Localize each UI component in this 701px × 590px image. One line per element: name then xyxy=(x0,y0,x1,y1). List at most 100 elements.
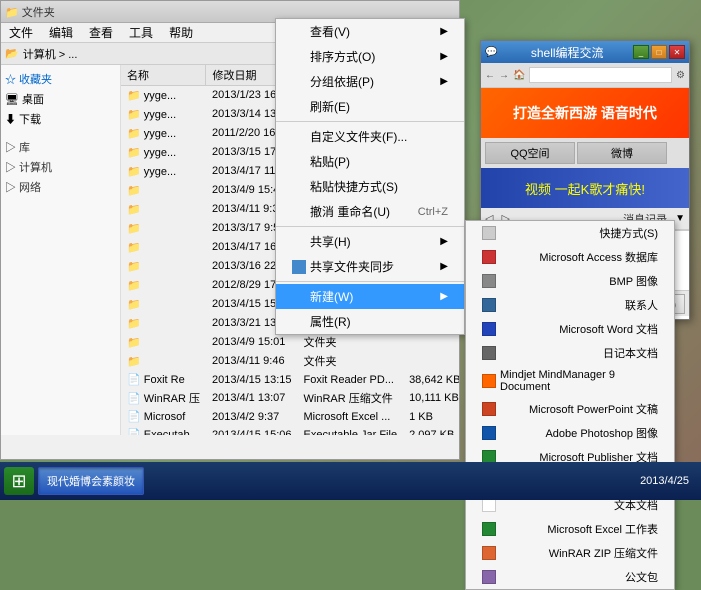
taskbar-right: 2013/4/25 xyxy=(640,474,697,488)
shell-toolbar-icon4: ⚙ xyxy=(676,70,685,81)
bmp-icon xyxy=(482,274,496,288)
context-menu-item[interactable]: 分组依据(P)▶ xyxy=(276,69,464,94)
menu-item-label: 自定义文件夹(F)... xyxy=(310,128,407,145)
shell-ad-banner2[interactable]: 视频 一起K歌才痛快! xyxy=(481,168,689,208)
menu-file[interactable]: 文件 xyxy=(5,24,37,41)
menu-item-label: 排序方式(O) xyxy=(310,48,375,65)
table-row[interactable]: 📄 Microsof2013/4/2 9:37Microsoft Excel .… xyxy=(121,408,459,426)
context-menu-item[interactable]: 粘贴(P) xyxy=(276,149,464,174)
table-row[interactable]: 📄 Executab2013/4/15 15:06Executable Jar … xyxy=(121,426,459,436)
col-name[interactable]: 名称 xyxy=(121,65,206,86)
shell-btn1[interactable]: QQ空间 xyxy=(485,142,575,164)
winrar-zip-icon xyxy=(482,546,496,560)
submenu-item-label: 日记本文档 xyxy=(603,345,658,361)
menu-item-label: 粘贴快捷方式(S) xyxy=(310,178,398,195)
submenu-item[interactable]: Microsoft PowerPoint 文稿 xyxy=(466,397,674,421)
submenu-item-label: Adobe Photoshop 图像 xyxy=(545,425,658,441)
submenu-item[interactable]: Adobe Photoshop 图像 xyxy=(466,421,674,445)
shell-address-bar[interactable] xyxy=(529,67,672,83)
taskbar-file-manager-btn[interactable]: 现代婚博会素颜妆 xyxy=(38,467,144,495)
context-menu-item[interactable]: 新建(W) ▶ xyxy=(276,284,464,309)
menu-item-label: 共享(H) xyxy=(310,233,351,250)
briefcase-icon xyxy=(482,570,496,584)
menu-item-icon xyxy=(292,260,306,274)
submenu-item[interactable]: Microsoft Word 文档 xyxy=(466,317,674,341)
menu-edit[interactable]: 编辑 xyxy=(45,24,77,41)
shell-ad2-text: 视频 一起K歌才痛快! xyxy=(525,179,645,198)
menu-view[interactable]: 查看 xyxy=(85,24,117,41)
menu-tools[interactable]: 工具 xyxy=(125,24,157,41)
submenu-item-label: 快捷方式(S) xyxy=(599,225,658,241)
submenu-item[interactable]: 日记本文档 xyxy=(466,341,674,365)
menu-item-label: 刷新(E) xyxy=(310,98,350,115)
text-icon xyxy=(482,498,496,512)
submenu-item[interactable]: Microsoft Access 数据库 xyxy=(466,245,674,269)
shell-toolbar-icon3: 🏠 xyxy=(513,70,525,81)
new-submenu: 快捷方式(S) Microsoft Access 数据库 BMP 图像联系人 Micr… xyxy=(465,220,675,590)
shell-close-button[interactable]: ✕ xyxy=(669,45,685,59)
submenu-item[interactable]: 快捷方式(S) xyxy=(466,221,674,245)
context-menu-item[interactable]: 撤消 重命名(U)Ctrl+Z xyxy=(276,199,464,224)
menu-item-label: 新建(W) xyxy=(310,288,353,305)
desktop: 📁 文件夹 文件 编辑 查看 工具 帮助 📂 计算机 > ... ☆ 收藏夹 🖥… xyxy=(0,0,701,500)
context-menu-item[interactable]: 共享文件夹同步▶ xyxy=(276,254,464,279)
table-row[interactable]: 📁 2013/4/9 15:01文件夹 xyxy=(121,333,459,352)
shell-nav-arrow[interactable]: ▼ xyxy=(675,213,685,224)
context-menu-item[interactable]: 查看(V)▶ xyxy=(276,19,464,44)
nav-item-libs: ▷ 库 xyxy=(5,137,116,157)
shell-maximize-button[interactable]: □ xyxy=(651,45,667,59)
shell-toolbar-icon2: → xyxy=(499,70,509,81)
table-row[interactable]: 📁 2013/4/11 9:46文件夹 xyxy=(121,352,459,371)
taskbar: ⊞ 现代婚博会素颜妆 2013/4/25 xyxy=(0,462,701,500)
submenu-item[interactable]: Mindjet MindManager 9 Document xyxy=(466,365,674,397)
submenu-item-label: Microsoft PowerPoint 文稿 xyxy=(529,401,658,417)
shell-ad1-text: 打造全新西游 语音时代 xyxy=(513,103,657,123)
context-menu-item[interactable]: 属性(R) xyxy=(276,309,464,334)
menu-item-arrow: ▶ xyxy=(440,291,448,302)
nav-item-desktop[interactable]: 🖥 桌面 xyxy=(5,89,116,109)
shell-toolbar: ← → 🏠 ⚙ xyxy=(481,63,689,88)
nav-item-favs[interactable]: ☆ 收藏夹 xyxy=(5,69,116,89)
context-menu-item[interactable]: 刷新(E) xyxy=(276,94,464,119)
access-icon xyxy=(482,250,496,264)
context-menu-item[interactable]: 粘贴快捷方式(S) xyxy=(276,174,464,199)
start-button[interactable]: ⊞ xyxy=(4,467,34,495)
shell-toolbar-icon1: ← xyxy=(485,70,495,81)
submenu-item[interactable]: Microsoft Excel 工作表 xyxy=(466,517,674,541)
excel-icon xyxy=(482,522,496,536)
clock-date: 2013/4/25 xyxy=(640,474,689,488)
menu-item-arrow: ▶ xyxy=(440,261,448,272)
nav-item-downloads[interactable]: ⬇ 下载 xyxy=(5,109,116,129)
address-path: 计算机 > ... xyxy=(23,46,78,62)
submenu-item-label: 公文包 xyxy=(625,569,658,585)
submenu-item-label: Microsoft Access 数据库 xyxy=(539,249,658,265)
context-menu-item[interactable]: 共享(H) ▶ xyxy=(276,229,464,254)
context-menu-item[interactable]: 排序方式(O)▶ xyxy=(276,44,464,69)
submenu-item-label: BMP 图像 xyxy=(609,273,658,289)
nav-panel: ☆ 收藏夹 🖥 桌面 ⬇ 下载 ▷ 库 ▷ 计算机 ▷ 网络 xyxy=(1,65,121,435)
shell-ad-banner1[interactable]: 打造全新西游 语音时代 xyxy=(481,88,689,138)
word-icon xyxy=(482,322,496,336)
menu-item-label: 属性(R) xyxy=(310,313,351,330)
shell-minimize-button[interactable]: _ xyxy=(633,45,649,59)
submenu-item[interactable]: 公文包 xyxy=(466,565,674,589)
shell-btn2[interactable]: 微博 xyxy=(577,142,667,164)
context-menu-item[interactable]: 自定义文件夹(F)... xyxy=(276,124,464,149)
submenu-item[interactable]: 联系人 xyxy=(466,293,674,317)
submenu-item-label: WinRAR ZIP 压缩文件 xyxy=(549,545,658,561)
submenu-item[interactable]: WinRAR ZIP 压缩文件 xyxy=(466,541,674,565)
submenu-item[interactable]: BMP 图像 xyxy=(466,269,674,293)
menu-item-shortcut: Ctrl+Z xyxy=(418,206,448,218)
table-row[interactable]: 📄 WinRAR 压2013/4/1 13:07WinRAR 压缩文件10,11… xyxy=(121,389,459,408)
menu-item-arrow: ▶ xyxy=(440,236,448,247)
table-row[interactable]: 📄 Foxit Re2013/4/15 13:15Foxit Reader PD… xyxy=(121,371,459,389)
shell-window-controls: _ □ ✕ xyxy=(633,45,685,59)
contact-icon xyxy=(482,298,496,312)
submenu-item-label: Microsoft Excel 工作表 xyxy=(547,521,658,537)
photoshop-icon xyxy=(482,426,496,440)
submenu-item-label: Microsoft Word 文档 xyxy=(559,321,658,337)
mindjet-icon xyxy=(482,374,496,388)
submenu-item-label: 联系人 xyxy=(625,297,658,313)
menu-help[interactable]: 帮助 xyxy=(165,24,197,41)
shell-title: shell编程交流 xyxy=(501,44,633,61)
